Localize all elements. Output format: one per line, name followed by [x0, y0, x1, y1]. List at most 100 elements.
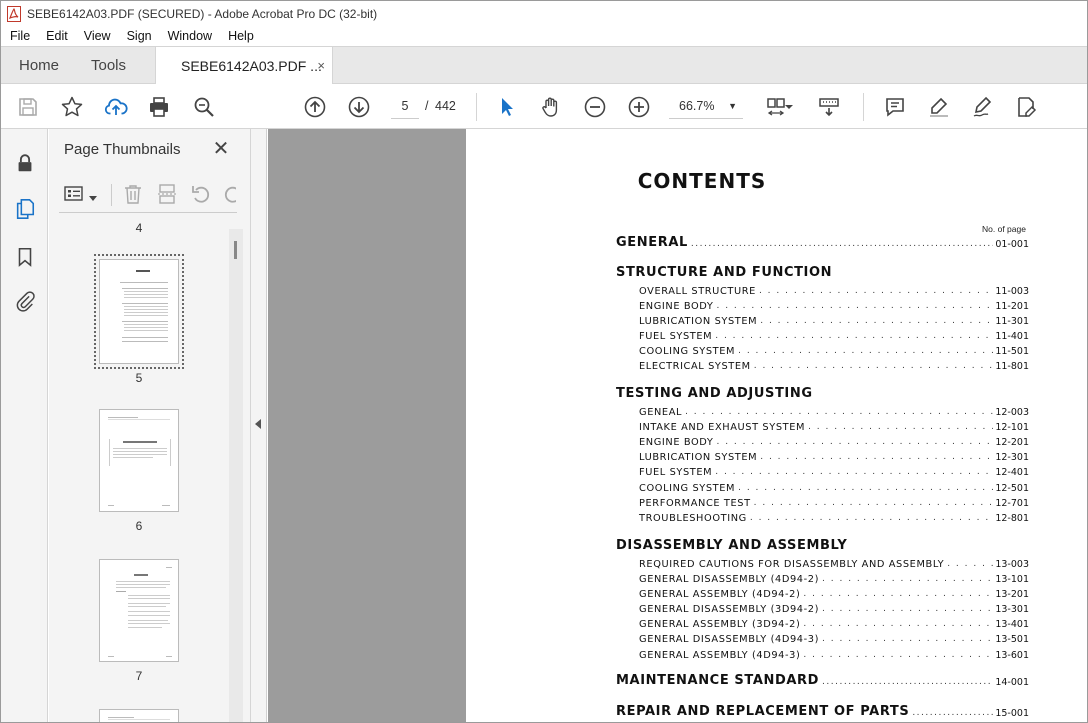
toc-entry-row: GENERAL ASSEMBLY (4D94-2) . . . . . . . …: [639, 585, 1029, 600]
toc-entry-row: OVERALL STRUCTURE . . . . . . . . . . . …: [639, 282, 1029, 297]
highlight-button[interactable]: [926, 94, 952, 120]
bookmarks-button[interactable]: [13, 245, 37, 269]
paperclip-icon: [16, 291, 35, 312]
edit-pdf-button[interactable]: [1013, 94, 1039, 120]
toc-page-number: 15-001: [995, 708, 1029, 719]
page-number-column-header: No. of page: [982, 224, 1026, 234]
toc-entry-label: COOLING SYSTEM: [639, 346, 736, 357]
select-tool-button[interactable]: [494, 94, 520, 120]
page-separator: /: [425, 99, 429, 113]
document-view[interactable]: CONTENTS No. of page GENERAL............…: [268, 129, 1087, 722]
collapse-panel-icon[interactable]: [255, 419, 261, 429]
star-icon: [61, 96, 83, 117]
panel-splitter[interactable]: [251, 129, 267, 722]
toc-section-heading: GENERAL: [616, 235, 688, 250]
toc-entry-label: REQUIRED CAUTIONS FOR DISASSEMBLY AND AS…: [639, 559, 945, 570]
cursor-arrow-icon: [502, 98, 513, 116]
hand-tool-button[interactable]: [538, 94, 564, 120]
toc-page-number: 11-401: [995, 331, 1029, 342]
thumbnail-options-button[interactable]: [63, 183, 85, 205]
delete-pages-button[interactable]: [122, 183, 144, 205]
zoom-level-select[interactable]: 66.7% ▼: [669, 93, 743, 119]
toc-leader-dots: . . . . . . . . . . . . . . . . . . . . …: [715, 331, 993, 341]
tab-home[interactable]: Home: [19, 47, 59, 84]
rotate-right-button[interactable]: [222, 183, 236, 205]
toc-page-number: 12-101: [995, 422, 1029, 433]
fill-sign-button[interactable]: [970, 94, 996, 120]
extract-pages-button[interactable]: [156, 183, 178, 205]
zoom-in-button[interactable]: [626, 94, 652, 120]
left-rail: [1, 129, 48, 722]
copy-pages-icon: [16, 199, 35, 219]
page-thumbnails-button[interactable]: [13, 197, 37, 221]
toc-page-number: 13-003: [995, 559, 1029, 570]
rotate-left-button[interactable]: [190, 183, 212, 205]
toc-entry-row: COOLING SYSTEM . . . . . . . . . . . . .…: [639, 342, 1029, 357]
highlighter-pen-icon: [930, 97, 948, 117]
menu-window[interactable]: Window: [160, 29, 220, 43]
toc-entry-label: GENERAL ASSEMBLY (4D94-2): [639, 589, 801, 600]
toc-entry-label: OVERALL STRUCTURE: [639, 286, 756, 297]
toc-entry-label: GENEAL: [639, 407, 683, 418]
tab-close-button[interactable]: ×: [317, 58, 325, 73]
toc-entry-row: LUBRICATION SYSTEM . . . . . . . . . . .…: [639, 448, 1029, 463]
trash-icon: [125, 185, 141, 204]
toc-page-number: 12-201: [995, 437, 1029, 448]
toc-entry-label: ENGINE BODY: [639, 437, 714, 448]
toc-entry-label: FUEL SYSTEM: [639, 467, 713, 478]
toc-entry-row: TROUBLESHOOTING . . . . . . . . . . . . …: [639, 509, 1029, 524]
page-fit-dropdown[interactable]: [783, 94, 795, 120]
comment-icon: [886, 98, 904, 117]
tab-document[interactable]: SEBE6142A03.PDF ... ×: [155, 47, 333, 85]
security-button[interactable]: [13, 151, 37, 175]
page-thumbnail-7[interactable]: [99, 559, 179, 662]
page-thumbnail-5[interactable]: [94, 254, 184, 369]
toc-page-number: 13-301: [995, 604, 1029, 615]
previous-page-button[interactable]: [302, 94, 328, 120]
toc-section-row: MAINTENANCE STANDARD....................…: [616, 673, 1029, 688]
toc-page-number: 11-501: [995, 346, 1029, 357]
toc-section-heading: MAINTENANCE STANDARD: [616, 673, 820, 688]
toc-leader-dots: . . . . . . . . . . . . . . . . . . . . …: [822, 604, 993, 614]
page-number-input[interactable]: 5: [391, 93, 419, 119]
close-panel-button[interactable]: ✕: [211, 138, 231, 160]
thumbnails-scrollbar[interactable]: [229, 229, 243, 722]
bookmark-star-button[interactable]: [59, 94, 85, 120]
menu-sign[interactable]: Sign: [119, 29, 160, 43]
toc-entry-label: ELECTRICAL SYSTEM: [639, 361, 751, 372]
scrollbar-thumb[interactable]: [234, 241, 237, 259]
tab-tools[interactable]: Tools: [91, 47, 126, 84]
print-button[interactable]: [146, 94, 172, 120]
toc-page-number: 14-001: [995, 677, 1029, 688]
toolbar-divider: [476, 93, 477, 121]
save-button[interactable]: [15, 94, 41, 120]
main-toolbar: 5 / 442 66.7% ▼: [1, 84, 1087, 129]
comment-button[interactable]: [882, 94, 908, 120]
toc-leader-dots: . . . . . . . . . . . . . . . . . . . . …: [803, 589, 993, 599]
thumbnail-page-number: 7: [135, 669, 143, 683]
page-thumbnail-6[interactable]: [99, 409, 179, 512]
menu-file[interactable]: File: [1, 29, 38, 43]
page-thumbnail-8[interactable]: [99, 709, 179, 722]
thumbnail-page-number: 5: [135, 371, 143, 385]
toc-entry-label: LUBRICATION SYSTEM: [639, 316, 758, 327]
toc-leader-dots: . . . . . . . . . . . . . . . . . . . . …: [715, 467, 993, 477]
find-button[interactable]: [191, 94, 217, 120]
menu-view[interactable]: View: [76, 29, 119, 43]
toc-entry-row: GENERAL DISASSEMBLY (3D94-2) . . . . . .…: [639, 600, 1029, 615]
caret-down-icon: [785, 105, 793, 109]
next-page-button[interactable]: [346, 94, 372, 120]
scroll-mode-button[interactable]: [816, 94, 842, 120]
toc-page-number: 13-401: [995, 619, 1029, 630]
menu-edit[interactable]: Edit: [38, 29, 76, 43]
page-count: 442: [435, 99, 456, 113]
toc-entry-label: COOLING SYSTEM: [639, 483, 736, 494]
options-caret-icon[interactable]: [88, 190, 98, 201]
zoom-level-value: 66.7%: [679, 99, 715, 113]
zoom-out-button[interactable]: [582, 94, 608, 120]
rotate-counterclockwise-icon: [192, 186, 210, 203]
toc-page-number: 01-001: [995, 239, 1029, 250]
upload-cloud-button[interactable]: [103, 94, 129, 120]
attachments-button[interactable]: [13, 289, 37, 313]
menu-help[interactable]: Help: [220, 29, 262, 43]
